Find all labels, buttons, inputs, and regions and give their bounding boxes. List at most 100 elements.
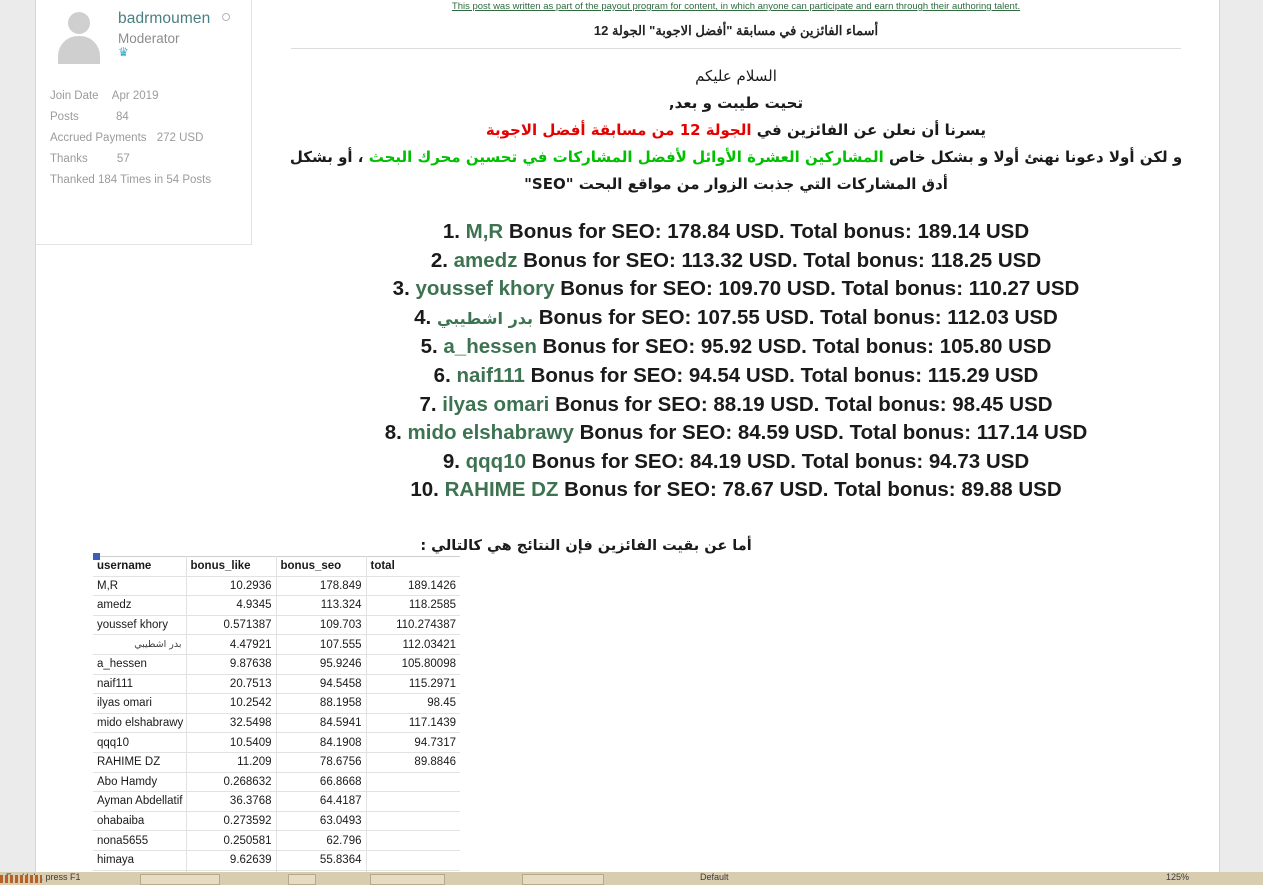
remaining-winners-note: أما عن بقيت الفائزين فإن النتائج هي كالت…: [420, 537, 752, 554]
stat-accrued-payments: Accrued Payments 272 USD: [50, 132, 241, 144]
greeting-line-2: تحيت طيبت و بعد,: [668, 94, 804, 112]
cell-total: 189.1426: [366, 576, 460, 597]
winner-row-6: 6. naif111 Bonus for SEO: 94.54 USD. Tot…: [261, 362, 1211, 391]
greeting-line-1: السلام عليكم: [695, 67, 777, 85]
winner-total-value: 89.88 USD: [961, 478, 1062, 502]
congrats-suffix: ، أو بشكل: [289, 148, 369, 166]
winner-total-value: 105.80 USD: [939, 335, 1052, 359]
cell-total: [366, 850, 460, 871]
payout-program-note[interactable]: This post was written as part of the pay…: [261, 0, 1211, 12]
winner-total-label: Total bonus:: [834, 478, 956, 502]
cell-bonus-seo: 78.6756: [276, 752, 367, 773]
winner-name: amedz: [453, 248, 518, 272]
cell-total: 89.8846: [366, 752, 460, 773]
cell-username: qqq10: [93, 732, 187, 753]
cell-bonus-like: 0.571387: [186, 615, 277, 636]
avatar-head-shape: [68, 12, 90, 34]
winner-rank: 7.: [419, 392, 437, 416]
table-row: Ayman Abdellatif 36.3768 64.4187: [93, 791, 460, 812]
excel-status-bar: For Help, press F1 Default 125%: [0, 872, 1263, 885]
winner-seo-label: Bonus for SEO:: [530, 363, 684, 387]
cell-bonus-like: 32.5498: [186, 713, 277, 734]
status-segment-4: [522, 874, 604, 885]
online-status-icon: [221, 13, 230, 21]
winner-rank: 1.: [442, 220, 460, 243]
column-header-bonus-seo: bonus_seo: [276, 556, 367, 577]
cell-bonus-like: 11.209: [186, 752, 277, 773]
avatar-body-shape: [58, 36, 100, 64]
winner-total-label: Total bonus:: [790, 220, 912, 243]
cell-bonus-seo: 107.555: [276, 634, 367, 655]
avatar[interactable]: [50, 6, 108, 64]
winner-total-value: 189.14 USD: [917, 220, 1030, 243]
table-row: M,R 10.2936 178.849 189.1426: [93, 576, 460, 597]
winner-name: ilyas omari: [442, 392, 550, 416]
cell-total: 94.7317: [366, 732, 460, 753]
announcement-highlight: الجولة 12 من مسابقة أفضل الاجوبة: [485, 121, 752, 139]
cell-total: [366, 811, 460, 832]
stat-label: Accrued Payments: [50, 132, 147, 144]
cell-total: [366, 772, 460, 793]
winner-row-7: 7. ilyas omari Bonus for SEO: 88.19 USD.…: [261, 391, 1211, 420]
winner-seo-label: Bonus for SEO:: [560, 277, 713, 301]
table-row: ohabaiba 0.273592 63.0493: [93, 811, 460, 832]
cell-total: 105.80098: [366, 654, 460, 675]
cell-bonus-like: 0.268632: [186, 772, 277, 793]
winner-total-value: 118.25 USD: [930, 248, 1042, 272]
status-segment-1: [140, 874, 220, 885]
table-row: youssef khory 0.571387 109.703 110.274387: [93, 615, 460, 636]
winner-seo-label: Bonus for SEO:: [531, 449, 685, 473]
stat-value: 57: [116, 153, 130, 165]
cell-username: nona5655: [93, 830, 187, 851]
stat-thanked-summary: Thanked 184 Times in 54 Posts: [50, 174, 212, 186]
table-row: nona5655 0.250581 62.796: [93, 830, 460, 851]
cell-username: ilyas omari: [93, 693, 187, 714]
winner-row-8: 8. mido elshabrawy Bonus for SEO: 84.59 …: [261, 419, 1211, 448]
author-meta: badrmoumen Moderator ♛: [118, 6, 230, 58]
table-row: naif111 20.7513 94.5458 115.2971: [93, 674, 460, 695]
cell-username: Ayman Abdellatif: [93, 791, 187, 812]
cell-bonus-like: 9.62639: [186, 850, 277, 871]
winner-total-value: 110.27 USD: [968, 277, 1080, 301]
winner-total-value: 112.03 USD: [947, 305, 1058, 329]
table-row: Abo Hamdy 0.268632 66.8668: [93, 772, 460, 793]
winner-seo-value: 107.55 USD.: [697, 305, 815, 329]
table-row: RAHIME DZ 11.209 78.6756 89.8846: [93, 752, 460, 773]
winner-seo-value: 88.19 USD.: [713, 392, 820, 416]
table-header-row: username bonus_like bonus_seo total: [93, 556, 460, 577]
congrats-line: و لكن أولا دعونا نهنئ أولا و بشكل خاص ال…: [261, 144, 1211, 171]
table-row: a_hessen 9.87638 95.9246 105.80098: [93, 654, 460, 675]
winner-row-9: 9. qqq10 Bonus for SEO: 84.19 USD. Total…: [261, 448, 1211, 477]
status-default-text: Default: [700, 872, 729, 882]
cell-username: ohabaiba: [93, 811, 187, 832]
stat-value: Apr 2019: [111, 90, 159, 102]
author-username[interactable]: badrmoumen: [118, 10, 210, 28]
cell-bonus-like: 0.273592: [186, 811, 277, 832]
cell-bonus-like: 36.3768: [186, 791, 277, 812]
cell-bonus-like: 9.87638: [186, 654, 277, 675]
cell-bonus-like: 10.2542: [186, 693, 277, 714]
cell-bonus-seo: 109.703: [276, 615, 367, 636]
winner-seo-value: 94.54 USD.: [688, 363, 795, 387]
arabic-intro-block: السلام عليكم تحيت طيبت و بعد, يسرنا أن ن…: [261, 49, 1211, 198]
forum-post-panel: badrmoumen Moderator ♛ Join Date Apr 201…: [35, 0, 1220, 885]
column-header-total: total: [366, 556, 460, 577]
winner-row-2: 2. amedz Bonus for SEO: 113.32 USD. Tota…: [261, 247, 1211, 276]
winner-total-value: 98.45 USD: [952, 392, 1053, 416]
status-segment-2: [288, 874, 316, 885]
cell-bonus-seo: 55.8364: [276, 850, 367, 871]
cell-username: mido elshabrawy: [93, 713, 187, 734]
column-header-username: username: [93, 556, 187, 577]
zoom-level-indicator-icon[interactable]: [0, 875, 42, 883]
cell-bonus-like: 20.7513: [186, 674, 277, 695]
winner-total-label: Total bonus:: [803, 248, 925, 272]
table-row: ilyas omari 10.2542 88.1958 98.45: [93, 693, 460, 714]
congrats-highlight: المشاركين العشرة الأوائل لأفضل المشاركات…: [368, 148, 884, 166]
stat-label: Join Date: [50, 90, 99, 102]
stat-label: Posts: [50, 111, 79, 123]
stat-posts: Posts 84: [50, 111, 241, 123]
winner-seo-value: 84.59 USD.: [737, 421, 844, 445]
cell-username: youssef khory: [93, 615, 187, 636]
winner-name: youssef khory: [415, 277, 555, 301]
stat-join-date: Join Date Apr 2019: [50, 90, 241, 102]
